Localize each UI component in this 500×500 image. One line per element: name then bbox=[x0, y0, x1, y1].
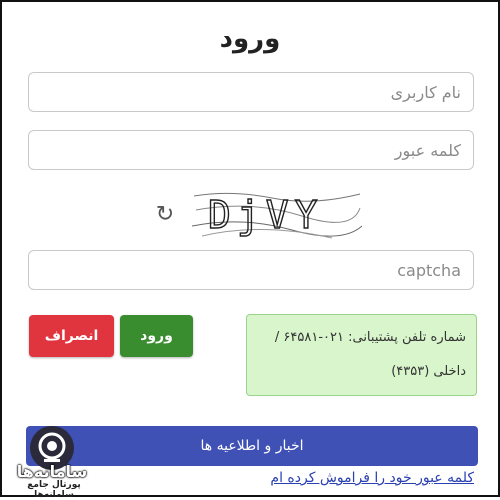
support-extension: داخلی (۴۳۵۳) bbox=[391, 364, 466, 379]
captcha-text: DjVY bbox=[208, 193, 324, 237]
news-button-label: اخبار و اطلاعیه ها bbox=[200, 438, 304, 454]
logo-subtitle: پورتال جامع سامانه‌ها bbox=[27, 480, 81, 500]
support-info: شماره تلفن پشتیبانی: ۰۲۱-۶۴۵۸۱ / داخلی (… bbox=[246, 314, 477, 396]
login-button[interactable]: ورود bbox=[120, 315, 193, 357]
page-title: ورود bbox=[219, 24, 281, 54]
captcha-image: DjVY bbox=[192, 192, 362, 239]
login-panel: ورود ↻ DjVY شماره تلفن پشتیبانی: ۰۲۱-۶۴۵… bbox=[0, 0, 500, 500]
support-phone: شماره تلفن پشتیبانی: ۰۲۱-۶۴۵۸۱ / bbox=[274, 330, 466, 345]
captcha-row: ↻ DjVY bbox=[152, 186, 362, 242]
logo-wordmark: سامانه‌ها bbox=[16, 462, 88, 481]
password-input[interactable] bbox=[28, 130, 474, 170]
cancel-button[interactable]: انصراف bbox=[29, 315, 114, 357]
refresh-icon[interactable]: ↻ bbox=[152, 202, 178, 228]
site-logo: سامانه‌ها پورتال جامع سامانه‌ها bbox=[10, 426, 94, 500]
captcha-input[interactable] bbox=[28, 250, 474, 290]
forgot-password-link[interactable]: کلمه عبور خود را فراموش کرده ام bbox=[270, 470, 474, 486]
username-input[interactable] bbox=[28, 72, 474, 112]
